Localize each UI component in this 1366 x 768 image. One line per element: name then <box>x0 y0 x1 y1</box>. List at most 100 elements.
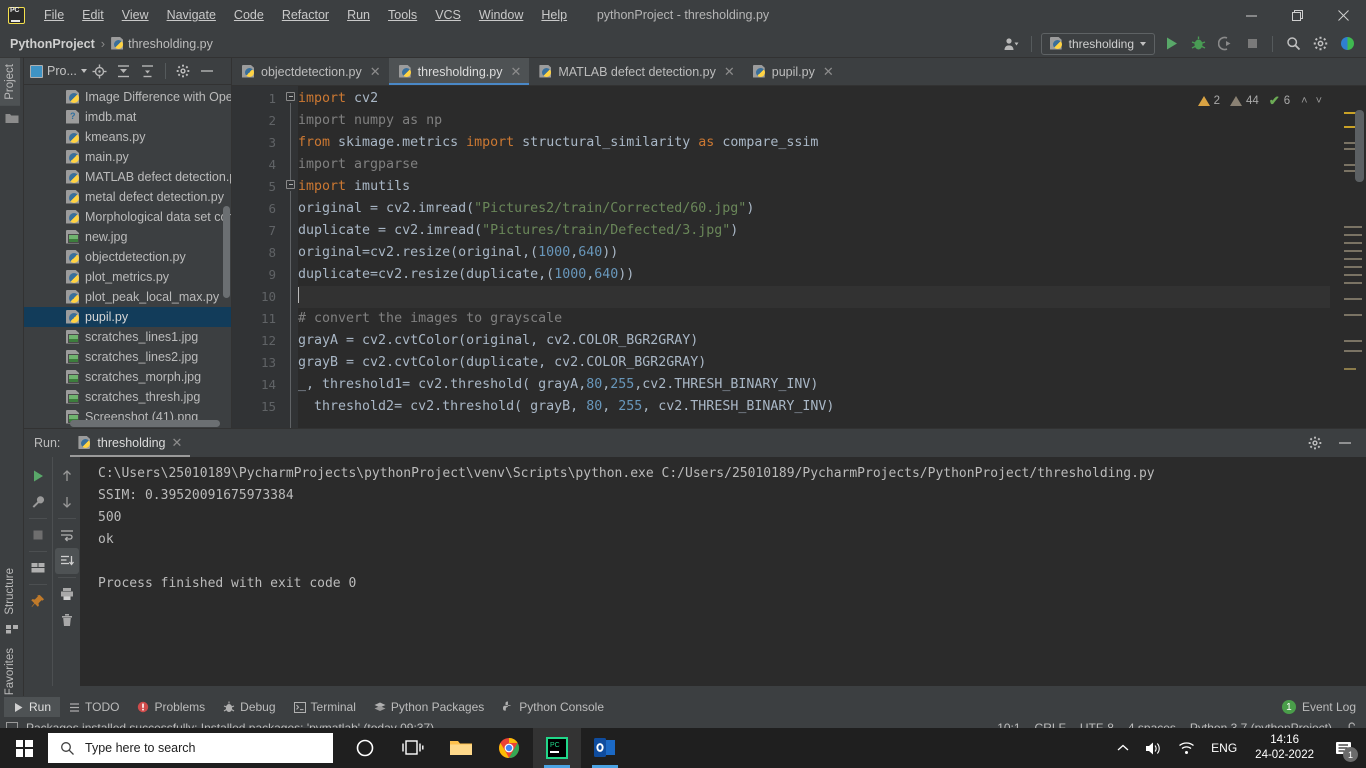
line-number[interactable]: 6 <box>232 198 284 220</box>
next-problem-icon[interactable]: ˅ <box>1314 90 1324 112</box>
menu-edit[interactable]: Edit <box>73 4 113 26</box>
menu-refactor[interactable]: Refactor <box>273 4 338 26</box>
scroll-down-button[interactable] <box>55 489 79 515</box>
task-view-icon[interactable] <box>389 728 437 768</box>
project-panel-title[interactable]: Pro... <box>30 64 87 78</box>
menu-help[interactable]: Help <box>532 4 576 26</box>
soft-wrap-button[interactable] <box>55 522 79 548</box>
run-with-coverage-button[interactable] <box>1214 33 1236 55</box>
editor-tab[interactable]: pupil.py ✕ <box>743 58 842 85</box>
inspection-widget[interactable]: 2 44 ✔ 6 ˄ ˅ <box>1193 88 1328 114</box>
code-line[interactable]: original=cv2.resize(original,(1000,640)) <box>298 242 1330 264</box>
bottom-tab-problems[interactable]: Problems <box>128 697 214 717</box>
pin-icon[interactable] <box>26 588 50 614</box>
wifi-icon[interactable] <box>1170 728 1203 768</box>
tree-item[interactable]: Morphological data set conv <box>24 207 231 227</box>
volume-icon[interactable] <box>1137 728 1170 768</box>
print-icon[interactable] <box>55 581 79 607</box>
line-number[interactable]: 11 <box>232 308 284 330</box>
layout-icon[interactable] <box>26 555 50 581</box>
trash-icon[interactable] <box>55 607 79 633</box>
locate-file-button[interactable] <box>89 60 111 82</box>
code-editor[interactable]: 1 2 3 4 5 6 7 8 9 10 11 12 13 14 15 import cv2 import n… <box>232 86 1366 428</box>
stop-button[interactable] <box>26 522 50 548</box>
menu-code[interactable]: Code <box>225 4 273 26</box>
event-log-label[interactable]: Event Log <box>1302 700 1356 714</box>
close-icon[interactable]: ✕ <box>823 64 834 80</box>
cortana-icon[interactable] <box>341 728 389 768</box>
menu-run[interactable]: Run <box>338 4 379 26</box>
chrome-icon[interactable] <box>485 728 533 768</box>
settings-icon[interactable] <box>1304 432 1326 454</box>
menu-window[interactable]: Window <box>470 4 532 26</box>
code-line[interactable]: grayB = cv2.cvtColor(duplicate, cv2.COLO… <box>298 352 1330 374</box>
code-line[interactable]: original = cv2.imread("Pictures2/train/C… <box>298 198 1330 220</box>
line-number[interactable]: 10 <box>232 286 284 308</box>
close-icon[interactable]: ✕ <box>370 64 381 80</box>
tree-item[interactable]: scratches_thresh.jpg <box>24 387 231 407</box>
tree-item[interactable]: new.jpg <box>24 227 231 247</box>
menu-file[interactable]: File <box>35 4 73 26</box>
breadcrumb-project[interactable]: PythonProject <box>10 37 95 51</box>
settings-icon[interactable] <box>1309 33 1331 55</box>
close-icon[interactable]: ✕ <box>172 435 183 451</box>
tree-item[interactable]: objectdetection.py <box>24 247 231 267</box>
tree-item[interactable]: Image Difference with Open <box>24 87 231 107</box>
tree-item[interactable]: scratches_lines2.jpg <box>24 347 231 367</box>
editor-tab[interactable]: MATLAB defect detection.py ✕ <box>529 58 742 85</box>
taskbar-clock[interactable]: 14:16 24-02-2022 <box>1245 728 1324 768</box>
code-line[interactable]: import cv2 <box>298 88 1330 110</box>
debug-button[interactable] <box>1187 33 1209 55</box>
tree-item[interactable]: scratches_lines1.jpg <box>24 327 231 347</box>
line-number[interactable]: 5 <box>232 176 284 198</box>
hide-panel-button[interactable] <box>1334 432 1356 454</box>
code-line[interactable]: duplicate = cv2.imread("Pictures/train/D… <box>298 220 1330 242</box>
code-folding-column[interactable] <box>284 86 298 428</box>
project-file-tree[interactable]: Image Difference with Open imdb.mat kmeans… <box>24 85 231 428</box>
run-configuration-selector[interactable]: thresholding <box>1040 32 1155 55</box>
code-line[interactable]: grayA = cv2.cvtColor(original, cv2.COLOR… <box>298 330 1330 352</box>
search-everywhere-icon[interactable] <box>1282 33 1304 55</box>
tree-item[interactable]: plot_peak_local_max.py <box>24 287 231 307</box>
bottom-tab-python-console[interactable]: Python Console <box>493 697 613 717</box>
menu-navigate[interactable]: Navigate <box>158 4 225 26</box>
taskbar-search-input[interactable]: Type here to search <box>48 733 333 763</box>
code-line[interactable]: duplicate=cv2.resize(duplicate,(1000,640… <box>298 264 1330 286</box>
account-icon[interactable] <box>1000 33 1022 55</box>
menu-view[interactable]: View <box>113 4 158 26</box>
tree-item[interactable]: kmeans.py <box>24 127 231 147</box>
line-number[interactable]: 15 <box>232 396 284 418</box>
tree-item[interactable]: main.py <box>24 147 231 167</box>
sidebar-item-structure[interactable]: Structure <box>0 562 20 621</box>
project-tree-vertical-scrollbar[interactable] <box>223 206 230 298</box>
tree-item[interactable]: MATLAB defect detection.py <box>24 167 231 187</box>
run-console-output[interactable]: C:\Users\25010189\PycharmProjects\python… <box>80 457 1366 686</box>
expand-all-button[interactable] <box>113 60 135 82</box>
minimize-button[interactable] <box>1228 0 1274 30</box>
hide-panel-button[interactable] <box>196 60 218 82</box>
editor-marker-bar[interactable] <box>1330 86 1366 428</box>
run-button[interactable] <box>1160 33 1182 55</box>
ide-updates-icon[interactable] <box>1336 33 1358 55</box>
project-tree-horizontal-scrollbar[interactable] <box>70 420 220 427</box>
line-number[interactable]: 3 <box>232 132 284 154</box>
tree-item[interactable]: scratches_morph.jpg <box>24 367 231 387</box>
bottom-tab-todo[interactable]: TODO <box>60 697 128 717</box>
sidebar-item-favorites[interactable]: Favorites <box>0 642 20 701</box>
line-number[interactable]: 1 <box>232 88 284 110</box>
collapse-all-button[interactable] <box>137 60 159 82</box>
code-line[interactable] <box>298 286 1330 308</box>
line-number[interactable]: 4 <box>232 154 284 176</box>
language-indicator[interactable]: ENG <box>1203 728 1245 768</box>
run-tab-thresholding[interactable]: thresholding ✕ <box>70 429 191 457</box>
bottom-tab-debug[interactable]: Debug <box>214 697 284 717</box>
breadcrumb-file[interactable]: thresholding.py <box>111 37 213 51</box>
line-number[interactable]: 8 <box>232 242 284 264</box>
scroll-up-button[interactable] <box>55 463 79 489</box>
wrench-icon[interactable] <box>26 489 50 515</box>
bottom-tab-terminal[interactable]: Terminal <box>285 697 365 717</box>
line-number[interactable]: 7 <box>232 220 284 242</box>
pycharm-icon[interactable]: PC <box>533 728 581 768</box>
line-number[interactable]: 2 <box>232 110 284 132</box>
editor-tab[interactable]: objectdetection.py ✕ <box>232 58 389 85</box>
